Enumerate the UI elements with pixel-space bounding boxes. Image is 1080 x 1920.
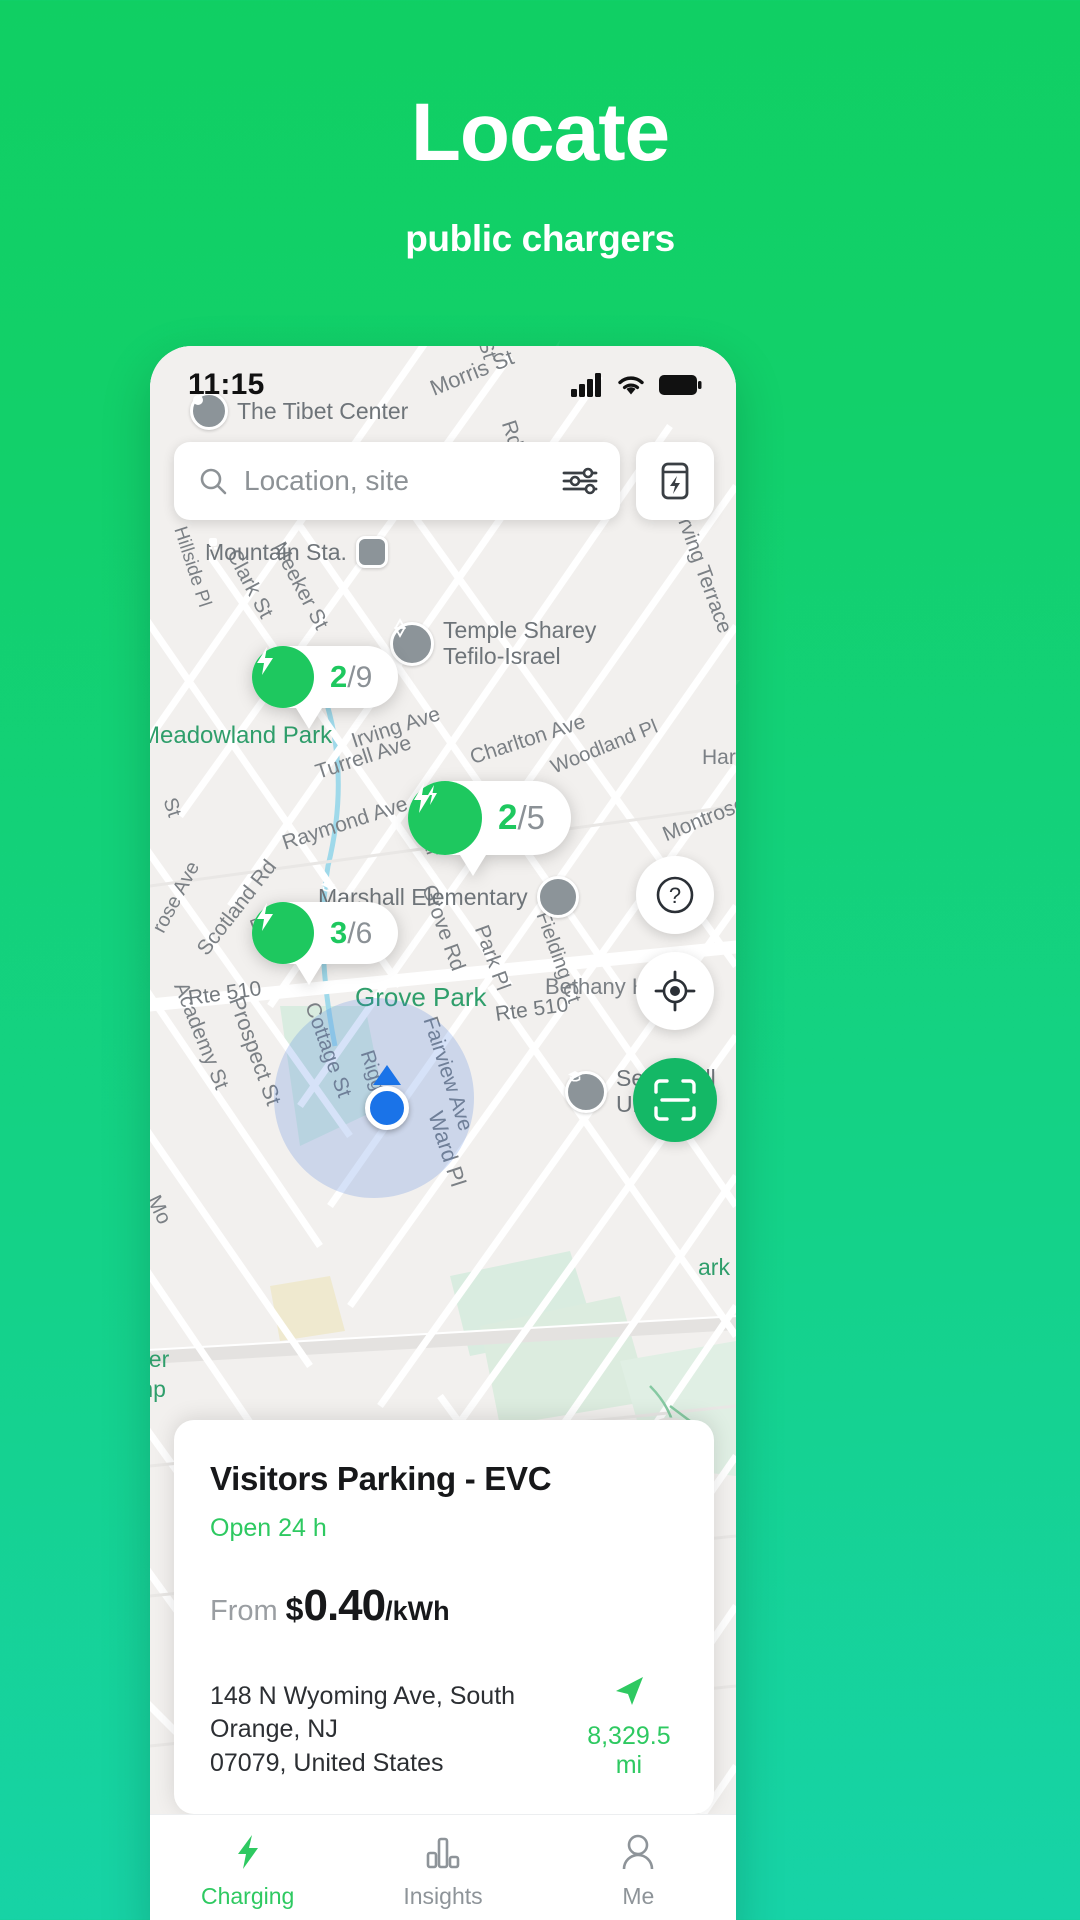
- station-name: Visitors Parking - EVC: [210, 1460, 552, 1497]
- charger-availability: 3/6: [330, 915, 373, 950]
- bolt-icon: [252, 646, 314, 708]
- charge-station-button[interactable]: [636, 442, 714, 520]
- station-price: From $ 0.40 /kWh: [210, 1581, 678, 1631]
- status-time: 11:15: [188, 368, 265, 401]
- poi-label: Mountain Sta.: [205, 538, 347, 565]
- battery-full-icon: [659, 375, 702, 395]
- bolt-icon: [237, 1835, 258, 1869]
- price-from-label: From: [210, 1595, 278, 1627]
- price-unit: /kWh: [385, 1596, 450, 1626]
- page-title: Locate: [410, 87, 670, 178]
- svg-text:?: ?: [669, 883, 681, 908]
- university-icon: [565, 1070, 607, 1113]
- phone-mockup: Morris St Rd St Hillside Pl Clark St Mee…: [150, 346, 736, 1920]
- search-placeholder: Location, site: [244, 465, 409, 496]
- heading-arrow-icon: [373, 1065, 401, 1085]
- charger-pin[interactable]: 2/9: [252, 646, 399, 729]
- charger-pin-body[interactable]: 3/6: [252, 902, 399, 964]
- station-address: 148 N Wyoming Ave, South Orange, NJ 0707…: [210, 1680, 580, 1781]
- pin-tail: [296, 964, 322, 985]
- nav-item-charging[interactable]: Charging: [150, 1833, 345, 1910]
- nav-label: Charging: [200, 1883, 295, 1909]
- hero-section: Locate public chargers: [0, 0, 1080, 260]
- locate-me-button[interactable]: [636, 952, 714, 1030]
- charger-availability: 2/9: [330, 659, 373, 694]
- train-station-icon: [209, 536, 388, 568]
- page-subtitle: public chargers: [405, 218, 675, 259]
- status-indicators: [570, 372, 702, 398]
- crosshair-icon: [654, 970, 696, 1012]
- station-open-status: Open 24 h: [210, 1514, 327, 1542]
- map-label: Hart: [702, 746, 736, 769]
- charger-pin[interactable]: 3/6: [252, 902, 399, 985]
- search-icon: [200, 468, 227, 495]
- station-card[interactable]: Visitors Parking - EVC Open 24 h From $ …: [174, 1420, 714, 1814]
- poi-label: Temple Sharey Tefilo-Israel: [443, 617, 597, 669]
- scan-button[interactable]: [633, 1058, 717, 1142]
- search-input[interactable]: Location, site: [174, 442, 620, 520]
- nav-item-me[interactable]: Me: [541, 1833, 736, 1910]
- charger-availability: 2/5: [498, 798, 545, 837]
- search-row: Location, site: [174, 442, 714, 520]
- cellular-signal-icon: [571, 373, 601, 397]
- bolt-double-icon: [408, 781, 482, 855]
- qr-scan-icon: [654, 1079, 696, 1121]
- navigation-arrow-icon: [615, 1677, 643, 1705]
- map-label: ark: [698, 1254, 730, 1280]
- person-icon: [623, 1834, 654, 1870]
- bar-chart-icon: [426, 1837, 460, 1869]
- charge-station-icon: [661, 462, 689, 500]
- wifi-icon: [618, 376, 644, 395]
- school-icon: [321, 876, 579, 918]
- nav-item-insights[interactable]: Insights: [345, 1833, 540, 1910]
- nav-label: Me: [622, 1883, 655, 1909]
- station-distance[interactable]: 8,329.5 mi: [580, 1673, 678, 1780]
- charger-pin-body[interactable]: 2/9: [252, 646, 399, 708]
- nav-label: Insights: [403, 1883, 483, 1909]
- distance-value: 8,329.5 mi: [587, 1722, 671, 1779]
- bolt-icon: [252, 902, 314, 964]
- filter-sliders-icon[interactable]: [562, 466, 598, 496]
- poi-mountain-station[interactable]: Mountain Sta.: [205, 536, 388, 568]
- poi-temple-sharey[interactable]: Temple Sharey Tefilo-Israel: [390, 617, 597, 670]
- price-currency: $: [285, 1591, 304, 1627]
- bottom-nav: Charging Insights Me: [150, 1814, 736, 1920]
- help-button[interactable]: ?: [636, 856, 714, 934]
- address-line-1: 148 N Wyoming Ave, South Orange, NJ: [210, 1681, 516, 1744]
- pin-tail: [296, 708, 322, 729]
- pin-tail: [460, 855, 486, 876]
- station-address-row: 148 N Wyoming Ave, South Orange, NJ 0707…: [210, 1673, 678, 1780]
- address-line-2: 07079, United States: [210, 1748, 444, 1777]
- price-value: 0.40: [303, 1581, 386, 1630]
- location-dot-icon: [365, 1086, 409, 1130]
- map-label: mp: [150, 1376, 166, 1402]
- charger-pin[interactable]: 2/5: [408, 781, 571, 876]
- question-mark-icon: ?: [656, 876, 694, 914]
- charger-pin-body[interactable]: 2/5: [408, 781, 571, 855]
- map-label: der: [150, 1346, 170, 1372]
- status-bar: 11:15: [150, 346, 736, 410]
